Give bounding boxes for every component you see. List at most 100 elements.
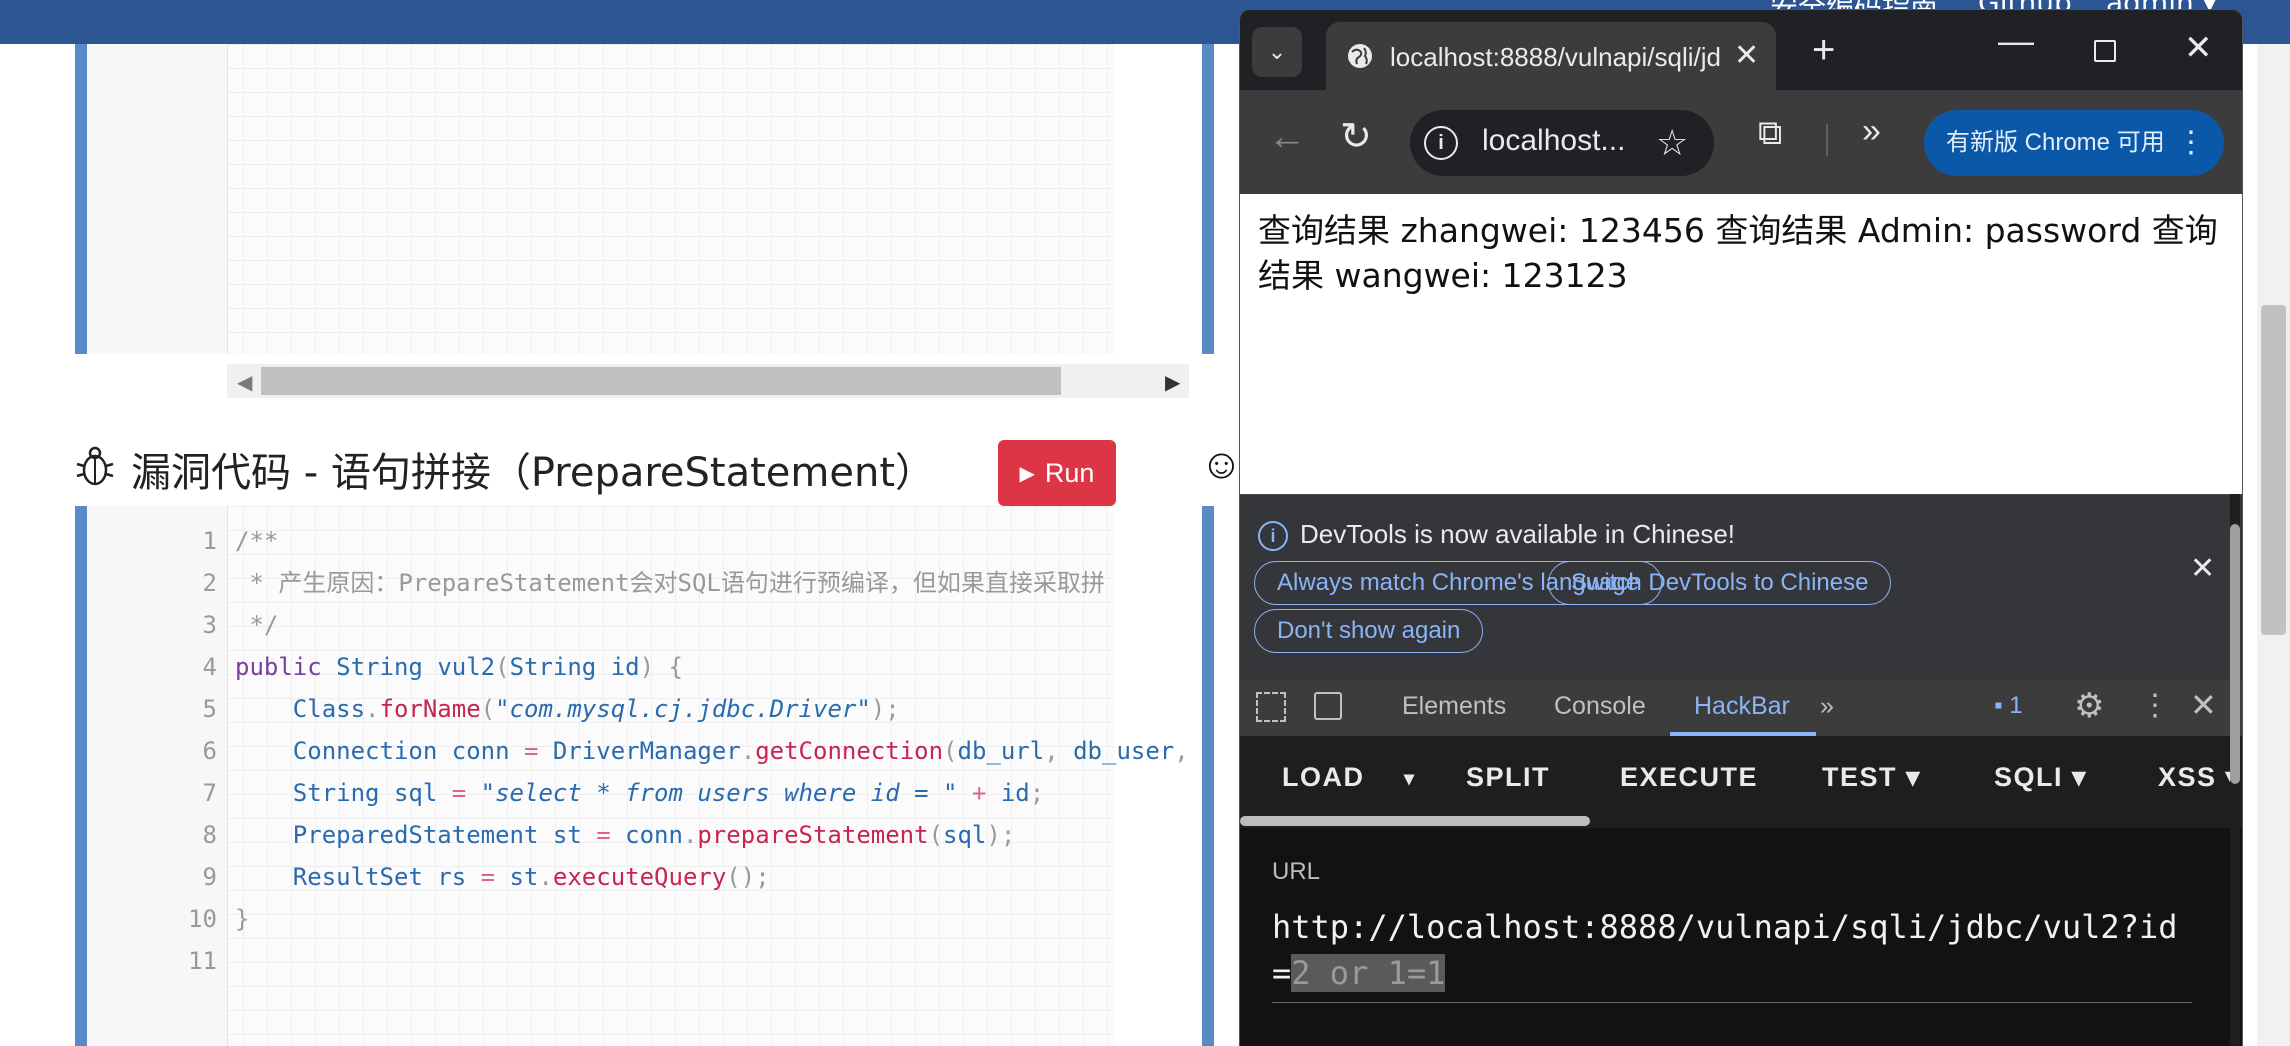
code-line[interactable]: 8 PreparedStatement st = conn.prepareSta… (87, 814, 1187, 856)
code-text: */ (235, 611, 279, 639)
minimize-icon[interactable]: — (1998, 20, 2034, 62)
bookmark-star-icon[interactable]: ☆ (1656, 122, 1688, 164)
page-viewport: 查询结果 zhangwei: 123456 查询结果 Admin: passwo… (1240, 194, 2242, 494)
scroll-right-arrow-icon[interactable]: ▶ (1165, 370, 1180, 395)
window-close-icon[interactable]: ✕ (2184, 28, 2213, 68)
code-editor-vuln[interactable]: 1 /** 2 * 产生原因：PrepareStatement会对SQL语句进行预编… (75, 506, 1187, 1046)
browser-toolbar: ← ↻ i localhost... ☆ ⧉ » 有新版 Chrome 可用 ⋮ (1240, 90, 2242, 194)
editor-left-accent (75, 44, 87, 354)
browser-tab[interactable]: localhost:8888/vulnapi/sqli/jdbc/vul2?id… (1326, 22, 1776, 90)
devtools-panel: i DevTools is now available in Chinese! … (1240, 494, 2242, 1046)
maximize-icon[interactable] (2094, 40, 2116, 62)
line-number: 1 (202, 527, 217, 555)
update-chrome-button[interactable]: 有新版 Chrome 可用 ⋮ (1924, 110, 2224, 176)
chrome-window: ⌄ localhost:8888/vulnapi/sqli/jdbc/vul2?… (1240, 10, 2242, 1046)
code-line[interactable]: 9 ResultSet rs = st.executeQuery(); (87, 856, 1187, 898)
xss-menu-button[interactable]: XSS ▾ (2158, 762, 2241, 793)
code-line[interactable]: 10} (87, 898, 1187, 940)
code-text: ResultSet rs = st.executeQuery(); (292, 863, 770, 891)
code-line[interactable]: 1 /** (87, 520, 1187, 562)
section-header: 漏洞代码 - 语句拼接（PrepareStatement） (75, 436, 1125, 496)
code-editor-previous[interactable]: ◀ ▶ (75, 44, 1189, 398)
code-lines: 1 /** 2 * 产生原因：PrepareStatement会对SQL语句进行预编… (87, 520, 1187, 982)
code-line[interactable]: 11 (87, 940, 1187, 982)
hackbar-menu: LOAD ▾ SPLIT EXECUTE TEST ▾ SQLI ▾ XSS ▾ (1240, 736, 2242, 828)
code-line[interactable]: 3 */ (87, 604, 1187, 646)
hackbar-hscroll-thumb[interactable] (1240, 816, 1590, 826)
address-text[interactable]: localhost... (1482, 124, 1625, 158)
code-text: Class.forName("com.mysql.cj.jdbc.Driver"… (292, 695, 900, 723)
toolbar-divider (1826, 124, 1828, 156)
code-text: } (235, 905, 250, 933)
infobar-message: DevTools is now available in Chinese! (1300, 519, 1736, 549)
reload-icon[interactable]: ↻ (1340, 114, 1372, 159)
code-line[interactable]: 2 * 产生原因：PrepareStatement会对SQL语句进行预编译，但如… (87, 562, 1187, 604)
gear-icon[interactable]: ⚙ (2074, 686, 2104, 726)
code-text: Connection conn = DriverManager.getConne… (292, 737, 1187, 765)
tab-elements[interactable]: Elements (1402, 692, 1506, 721)
extensions-icon[interactable]: ⧉ (1758, 114, 1782, 153)
line-number: 10 (188, 905, 217, 933)
tab-strip: ⌄ localhost:8888/vulnapi/sqli/jdbc/vul2?… (1240, 10, 2242, 90)
line-number: 9 (202, 863, 217, 891)
split-button[interactable]: SPLIT (1466, 762, 1550, 793)
tab-search-button[interactable]: ⌄ (1252, 27, 1302, 77)
line-number: 5 (202, 695, 217, 723)
bug-icon (76, 446, 114, 486)
code-text: * 产生原因：PrepareStatement会对SQL语句进行预编译，但如果直… (235, 569, 1105, 597)
messages-badge[interactable]: ▪ 1 (1994, 692, 2023, 720)
editor-gutter (87, 44, 228, 354)
dont-show-again-button[interactable]: Don't show again (1254, 609, 1484, 653)
test-menu-button[interactable]: TEST ▾ (1822, 762, 1921, 793)
line-number: 11 (188, 947, 217, 975)
right-accent-bar (1202, 506, 1214, 1046)
chevron-down-icon: ⌄ (1267, 39, 1287, 64)
line-number: 6 (202, 737, 217, 765)
code-line[interactable]: 4 public String vul2(String id) { (87, 646, 1187, 688)
devtools-close-icon[interactable]: ✕ (2190, 686, 2217, 724)
sqli-menu-button[interactable]: SQLI ▾ (1994, 762, 2087, 793)
right-accent-bar (1202, 44, 1214, 354)
load-dropdown-icon[interactable]: ▾ (1404, 766, 1416, 791)
url-selected-text: 2 or 1=1 (1291, 954, 1446, 992)
code-text: public String vul2(String id) { (235, 653, 683, 681)
info-icon: i (1258, 521, 1288, 551)
tab-console[interactable]: Console (1554, 692, 1646, 721)
url-label: URL (1272, 858, 1321, 885)
query-result-text: 查询结果 zhangwei: 123456 查询结果 Admin: passwo… (1258, 211, 2218, 295)
load-button[interactable]: LOAD (1282, 762, 1365, 793)
line-number: 8 (202, 821, 217, 849)
devtools-language-infobar: i DevTools is now available in Chinese! … (1240, 494, 2242, 681)
code-line[interactable]: 5 Class.forName("com.mysql.cj.jdbc.Drive… (87, 688, 1187, 730)
url-textarea[interactable]: http://localhost:8888/vulnapi/sqli/jdbc/… (1272, 904, 2192, 1003)
more-tabs-icon[interactable]: » (1820, 692, 1834, 721)
smile-icon[interactable]: ☺ (1200, 440, 1243, 488)
more-vert-icon[interactable]: ⋮ (2140, 688, 2170, 723)
infobar-close-icon[interactable]: ✕ (2190, 551, 2215, 586)
editor-hscroll-thumb[interactable] (261, 367, 1061, 395)
scroll-left-arrow-icon[interactable]: ◀ (237, 370, 252, 395)
page-scrollbar-thumb[interactable] (2261, 305, 2286, 635)
globe-icon (1348, 44, 1372, 68)
address-bar[interactable]: i localhost... ☆ (1410, 110, 1714, 176)
chevron-double-right-icon[interactable]: » (1862, 112, 1881, 151)
editor-left-accent (75, 506, 87, 1046)
more-vert-icon: ⋮ (2176, 126, 2206, 159)
run-button[interactable]: ▶ Run (998, 440, 1116, 506)
line-number: 7 (202, 779, 217, 807)
code-line[interactable]: 7 String sql = "select * from users wher… (87, 772, 1187, 814)
tab-title: localhost:8888/vulnapi/sqli/jdbc/vul2?id… (1390, 42, 1720, 72)
run-label: Run (1044, 457, 1095, 488)
inspect-element-icon[interactable] (1256, 692, 1286, 722)
tab-close-icon[interactable]: ✕ (1734, 38, 1759, 73)
device-toolbar-icon[interactable] (1314, 692, 1342, 720)
tab-hackbar[interactable]: HackBar (1694, 692, 1790, 721)
switch-to-chinese-button[interactable]: Switch DevTools to Chinese (1548, 561, 1892, 605)
code-line[interactable]: 6 Connection conn = DriverManager.getCon… (87, 730, 1187, 772)
execute-button[interactable]: EXECUTE (1620, 762, 1758, 793)
hackbar-vscroll-thumb[interactable] (2230, 524, 2240, 784)
site-info-icon[interactable]: i (1424, 126, 1458, 160)
section-title: 漏洞代码 - 语句拼接（PrepareStatement） (131, 450, 936, 496)
new-tab-icon[interactable]: + (1812, 28, 1835, 73)
back-arrow-icon[interactable]: ← (1268, 116, 1306, 159)
